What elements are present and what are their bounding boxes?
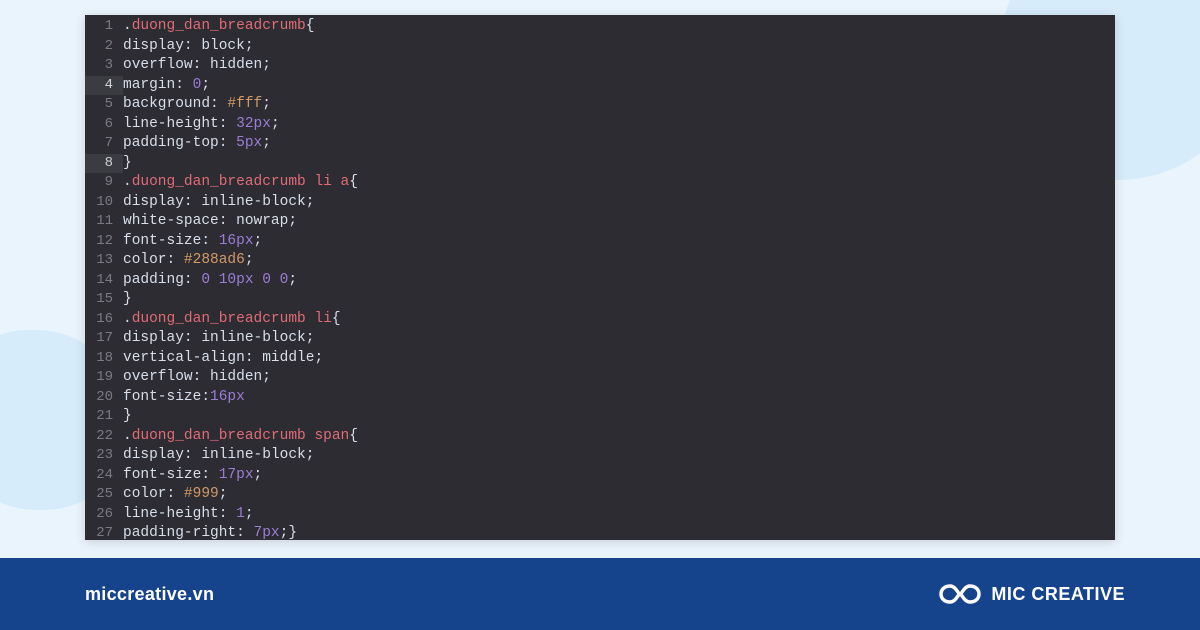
line-content: font-size:16px [123, 388, 1115, 408]
line-number: 20 [85, 388, 123, 408]
code-line[interactable]: 23display: inline-block; [85, 446, 1115, 466]
line-content: background: #fff; [123, 95, 1115, 115]
line-number: 19 [85, 368, 123, 388]
line-content: padding-top: 5px; [123, 134, 1115, 154]
line-content: display: inline-block; [123, 329, 1115, 349]
line-number: 25 [85, 485, 123, 505]
code-line[interactable]: 12font-size: 16px; [85, 232, 1115, 252]
line-content: overflow: hidden; [123, 56, 1115, 76]
line-content: } [123, 154, 1115, 174]
line-content: font-size: 17px; [123, 466, 1115, 486]
line-content: } [123, 407, 1115, 427]
line-number: 14 [85, 271, 123, 291]
line-content: display: inline-block; [123, 446, 1115, 466]
line-number: 18 [85, 349, 123, 369]
line-number: 23 [85, 446, 123, 466]
code-line[interactable]: 18vertical-align: middle; [85, 349, 1115, 369]
infinity-icon [939, 582, 981, 606]
code-line[interactable]: 27padding-right: 7px;} [85, 524, 1115, 540]
line-number: 27 [85, 524, 123, 540]
code-line[interactable]: 25color: #999; [85, 485, 1115, 505]
line-number: 22 [85, 427, 123, 447]
line-content: margin: 0; [123, 76, 1115, 96]
line-number: 7 [85, 134, 123, 154]
line-number: 2 [85, 37, 123, 57]
line-number: 12 [85, 232, 123, 252]
code-line[interactable]: 14padding: 0 10px 0 0; [85, 271, 1115, 291]
code-line[interactable]: 19overflow: hidden; [85, 368, 1115, 388]
line-content: .duong_dan_breadcrumb span{ [123, 427, 1115, 447]
code-area[interactable]: 1.duong_dan_breadcrumb{2display: block;3… [85, 15, 1115, 540]
footer-brand-text: MIC CREATIVE [991, 584, 1125, 605]
line-content: color: #288ad6; [123, 251, 1115, 271]
line-number: 26 [85, 505, 123, 525]
line-number: 8 [85, 154, 123, 174]
line-number: 11 [85, 212, 123, 232]
line-content: line-height: 1; [123, 505, 1115, 525]
code-line[interactable]: 10display: inline-block; [85, 193, 1115, 213]
code-line[interactable]: 2display: block; [85, 37, 1115, 57]
line-number: 15 [85, 290, 123, 310]
code-line[interactable]: 16.duong_dan_breadcrumb li{ [85, 310, 1115, 330]
code-line[interactable]: 3overflow: hidden; [85, 56, 1115, 76]
line-number: 21 [85, 407, 123, 427]
line-number: 24 [85, 466, 123, 486]
code-line[interactable]: 5background: #fff; [85, 95, 1115, 115]
code-line[interactable]: 1.duong_dan_breadcrumb{ [85, 17, 1115, 37]
footer-logo: MIC CREATIVE [939, 582, 1125, 606]
footer-bar: miccreative.vn MIC CREATIVE [0, 558, 1200, 630]
line-number: 4 [85, 76, 123, 96]
code-line[interactable]: 22.duong_dan_breadcrumb span{ [85, 427, 1115, 447]
code-line[interactable]: 11white-space: nowrap; [85, 212, 1115, 232]
line-content: .duong_dan_breadcrumb{ [123, 17, 1115, 37]
line-number: 10 [85, 193, 123, 213]
line-number: 1 [85, 17, 123, 37]
line-content: vertical-align: middle; [123, 349, 1115, 369]
line-content: .duong_dan_breadcrumb li a{ [123, 173, 1115, 193]
line-content: white-space: nowrap; [123, 212, 1115, 232]
code-line[interactable]: 13color: #288ad6; [85, 251, 1115, 271]
line-number: 17 [85, 329, 123, 349]
line-number: 6 [85, 115, 123, 135]
line-number: 16 [85, 310, 123, 330]
line-number: 9 [85, 173, 123, 193]
code-line[interactable]: 26line-height: 1; [85, 505, 1115, 525]
code-editor: 1.duong_dan_breadcrumb{2display: block;3… [85, 15, 1115, 540]
code-line[interactable]: 8} [85, 154, 1115, 174]
line-content: } [123, 290, 1115, 310]
line-content: .duong_dan_breadcrumb li{ [123, 310, 1115, 330]
line-content: line-height: 32px; [123, 115, 1115, 135]
line-content: display: block; [123, 37, 1115, 57]
line-content: padding-right: 7px;} [123, 524, 1115, 540]
line-content: overflow: hidden; [123, 368, 1115, 388]
line-number: 3 [85, 56, 123, 76]
line-content: color: #999; [123, 485, 1115, 505]
code-line[interactable]: 17display: inline-block; [85, 329, 1115, 349]
line-number: 13 [85, 251, 123, 271]
code-line[interactable]: 21} [85, 407, 1115, 427]
code-line[interactable]: 24font-size: 17px; [85, 466, 1115, 486]
code-line[interactable]: 15} [85, 290, 1115, 310]
line-content: font-size: 16px; [123, 232, 1115, 252]
code-line[interactable]: 9.duong_dan_breadcrumb li a{ [85, 173, 1115, 193]
code-line[interactable]: 20font-size:16px [85, 388, 1115, 408]
line-content: display: inline-block; [123, 193, 1115, 213]
code-line[interactable]: 4margin: 0; [85, 76, 1115, 96]
line-number: 5 [85, 95, 123, 115]
footer-url: miccreative.vn [85, 584, 214, 605]
code-line[interactable]: 7padding-top: 5px; [85, 134, 1115, 154]
code-line[interactable]: 6line-height: 32px; [85, 115, 1115, 135]
line-content: padding: 0 10px 0 0; [123, 271, 1115, 291]
